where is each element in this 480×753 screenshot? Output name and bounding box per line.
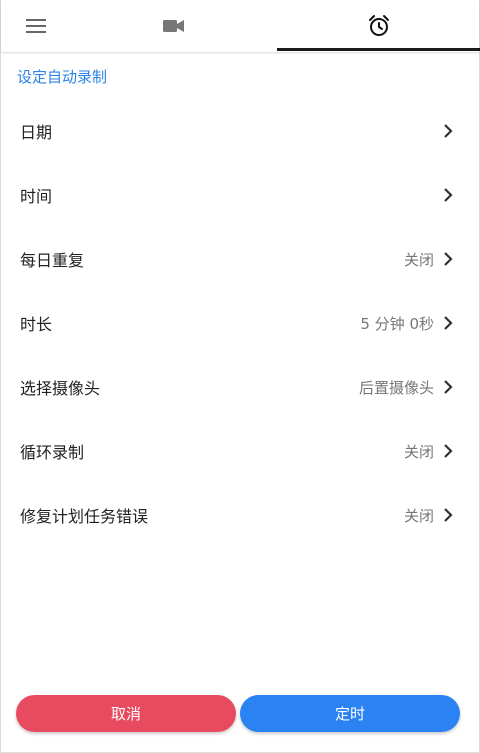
chevron-right-icon (444, 380, 453, 394)
setting-label: 日期 (20, 123, 53, 142)
chevron-right-icon (444, 316, 453, 330)
confirm-timer-button[interactable]: 定时 (240, 695, 460, 732)
alarm-clock-icon (368, 15, 389, 36)
menu-icon (26, 19, 46, 33)
chevron-right-icon (444, 508, 453, 522)
chevron-right-icon (444, 252, 453, 266)
setting-label: 时长 (20, 315, 53, 334)
setting-row-date[interactable]: 日期 (1, 99, 479, 163)
setting-row-camera[interactable]: 选择摄像头 后置摄像头 (1, 355, 479, 419)
setting-label: 每日重复 (20, 251, 85, 270)
chevron-right-icon (444, 444, 453, 458)
setting-label: 循环录制 (20, 443, 85, 462)
setting-label: 时间 (20, 187, 53, 206)
tab-timer[interactable] (277, 0, 480, 52)
menu-button[interactable] (1, 0, 71, 52)
setting-row-loop-recording[interactable]: 循环录制 关闭 (1, 419, 479, 483)
setting-value: 后置摄像头 (358, 378, 434, 397)
video-camera-icon (163, 20, 184, 32)
setting-label: 修复计划任务错误 (20, 507, 149, 526)
setting-label: 选择摄像头 (20, 379, 101, 398)
active-tab-indicator (277, 48, 480, 51)
setting-row-time[interactable]: 时间 (1, 163, 479, 227)
setting-value: 关闭 (403, 250, 434, 269)
setting-row-daily-repeat[interactable]: 每日重复 关闭 (1, 227, 479, 291)
setting-value: 关闭 (403, 442, 434, 461)
tab-video[interactable] (71, 0, 277, 52)
setting-row-duration[interactable]: 时长 5 分钟 0秒 (1, 291, 479, 355)
chevron-right-icon (444, 188, 453, 202)
cancel-button[interactable]: 取消 (16, 695, 236, 732)
chevron-right-icon (444, 124, 453, 138)
setting-value: 5 分钟 0秒 (360, 314, 434, 333)
setting-row-fix-schedule-errors[interactable]: 修复计划任务错误 关闭 (1, 483, 479, 547)
setting-value: 关闭 (403, 506, 434, 525)
top-tab-bar (1, 0, 480, 52)
section-title: 设定自动录制 (17, 68, 108, 86)
